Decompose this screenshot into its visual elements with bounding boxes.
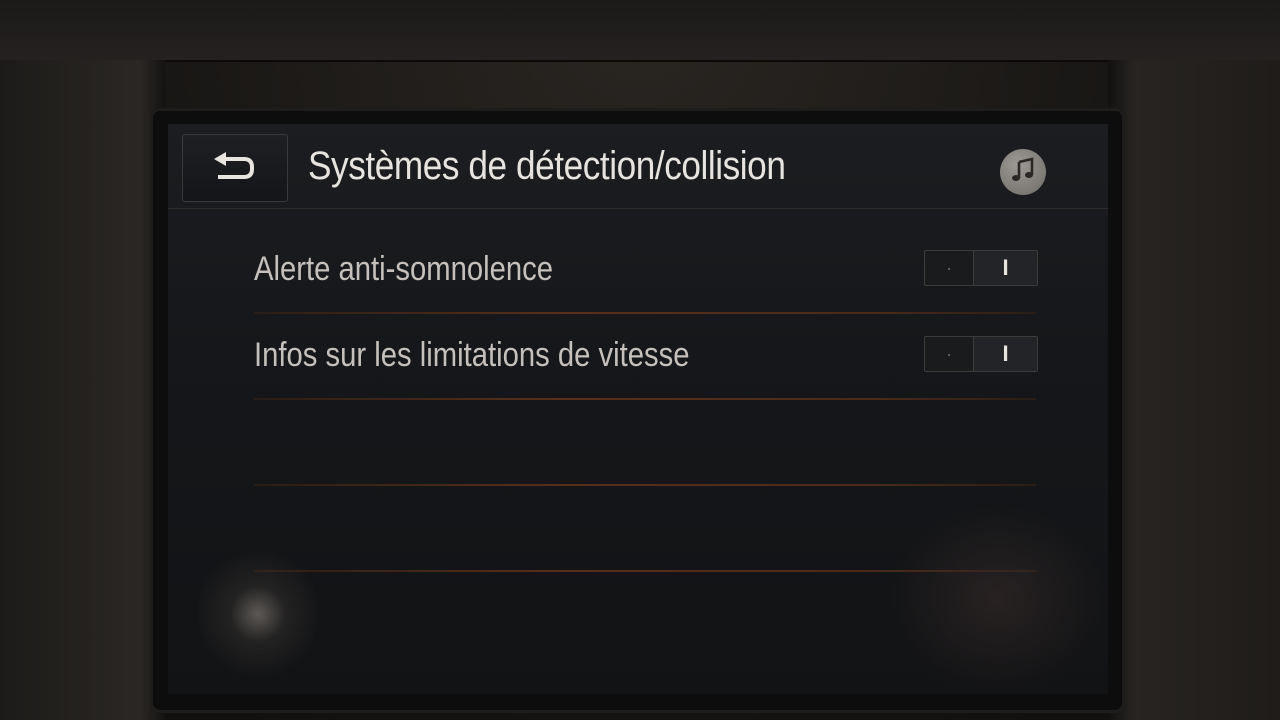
toggle-off-segment[interactable]: ·	[925, 251, 974, 285]
setting-label: Alerte anti-somnolence	[254, 250, 554, 288]
toggle-off-segment[interactable]: ·	[925, 337, 974, 371]
toggle-on-segment[interactable]: I	[974, 337, 1037, 371]
empty-row	[254, 486, 1036, 572]
row-divider	[254, 570, 1036, 572]
toggle-on-segment[interactable]: I	[974, 251, 1037, 285]
empty-row	[254, 400, 1036, 486]
setting-row-speed-limit-info[interactable]: Infos sur les limitations de vitesse · I	[254, 314, 1038, 400]
media-button[interactable]	[1000, 149, 1046, 195]
bezel-right	[1108, 60, 1280, 720]
drowsiness-alert-toggle[interactable]: · I	[924, 250, 1038, 286]
setting-row-drowsiness-alert[interactable]: Alerte anti-somnolence · I	[254, 228, 1038, 314]
back-arrow-icon	[212, 151, 258, 185]
back-button[interactable]	[182, 134, 288, 202]
header-bar: Systèmes de détection/collision	[168, 124, 1108, 209]
speed-limit-info-toggle[interactable]: · I	[924, 336, 1038, 372]
infotainment-screen: Systèmes de détection/collision Alerte a…	[168, 124, 1108, 694]
page-title: Systèmes de détection/collision	[308, 144, 786, 188]
setting-label: Infos sur les limitations de vitesse	[254, 336, 690, 374]
music-note-icon	[1010, 156, 1036, 188]
bezel-left	[0, 60, 165, 720]
bezel-top	[0, 0, 1280, 62]
